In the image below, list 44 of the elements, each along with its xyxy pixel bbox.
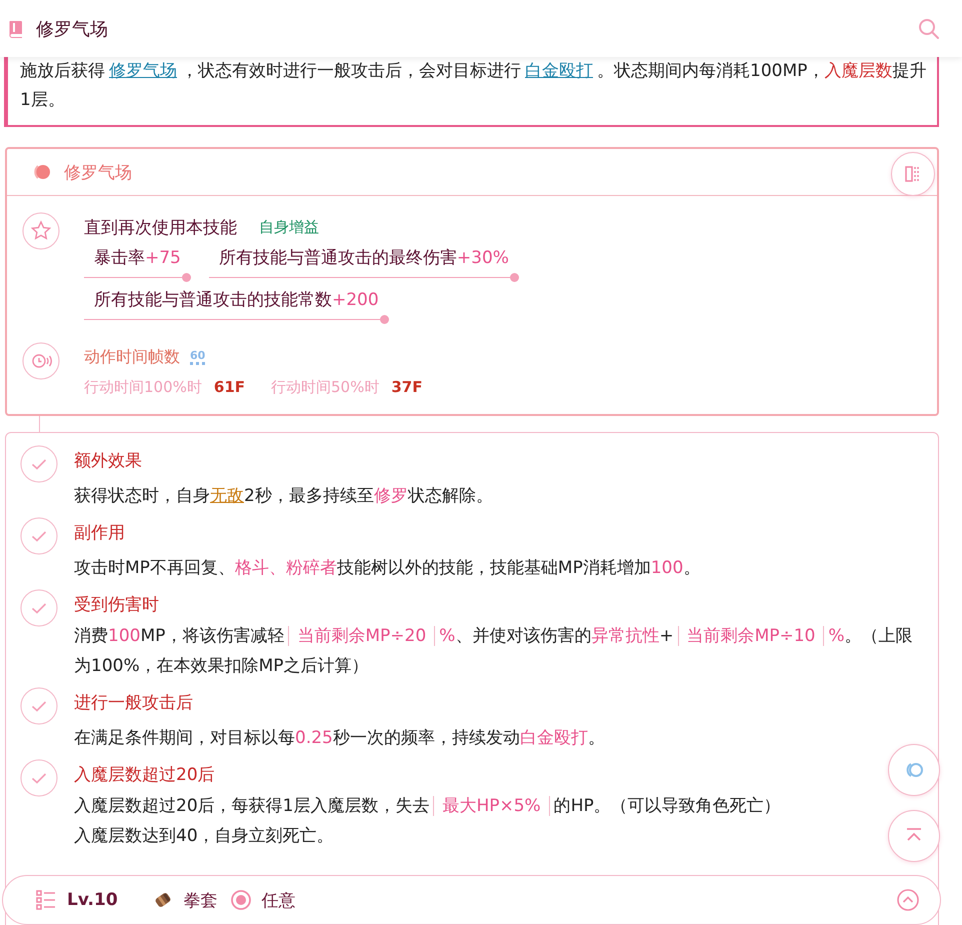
skill-link[interactable]: 白金殴打 xyxy=(525,61,593,81)
section-title: 进行一般攻击后 xyxy=(74,692,194,715)
condition-label: 任意 xyxy=(262,890,296,912)
effect-text: 入魔层数超过20后，每获得1层入魔层数，失去 最大HP×5% 的HP。（可以导致角色死亡） xyxy=(74,795,781,818)
check-icon xyxy=(20,445,58,483)
fps-badge: 60 xyxy=(190,350,206,364)
effect-text: 在满足条件期间，对目标以每0.25秒一次的频率，持续发动白金殴打。 xyxy=(74,727,605,750)
search-icon[interactable] xyxy=(918,18,940,40)
section-title: 受到伤害时 xyxy=(74,594,160,617)
frame-value: 37F xyxy=(391,378,422,396)
book-icon xyxy=(8,20,24,38)
duration-label: 直到再次使用本技能 xyxy=(84,216,237,238)
panel-toggle-button[interactable] xyxy=(891,152,935,196)
effect-text: 获得状态时，自身无敌2秒，最多持续至修罗状态解除。 xyxy=(74,485,493,508)
chevron-up-icon[interactable] xyxy=(896,888,920,912)
circle-icon xyxy=(32,162,52,182)
list-icon xyxy=(35,889,57,911)
skill-link[interactable]: 修罗气场 xyxy=(109,61,177,81)
effect-text: 入魔层数达到40，自身立刻死亡。 xyxy=(74,825,335,848)
section-title: 入魔层数超过20后 xyxy=(74,764,216,787)
frame-label: 行动时间100%时 xyxy=(84,378,202,396)
card-title: 修罗气场 xyxy=(64,162,133,184)
section-title: 额外效果 xyxy=(74,450,143,473)
stat-chip: 所有技能与普通攻击的最终伤害+30% xyxy=(208,244,519,282)
check-icon xyxy=(20,687,58,725)
page-title: 修罗气场 xyxy=(36,18,109,40)
check-icon xyxy=(20,759,58,797)
frame-label: 行动时间50%时 xyxy=(271,378,380,396)
effect-text: 消费100MP，将该伤害减轻 当前剩余MP÷20 %、并使对该伤害的异常抗性+ 当前剩余MP÷10 %。（上限为100%，在本效果扣除MP之后计算） xyxy=(74,625,914,678)
buff-tag: 自身增益 xyxy=(259,218,319,236)
check-icon xyxy=(20,589,58,627)
section-title: 副作用 xyxy=(74,522,126,545)
level-label: Lv.10 xyxy=(67,890,118,910)
stat-chip: 暴击率+75 xyxy=(84,244,191,282)
clock-icon xyxy=(22,342,60,380)
description-text: 施放后获得 修罗气场 ，状态有效时进行一般攻击后，会对目标进行 白金殴打 。状态期间内每消耗100MP，入魔层数提升1层。 xyxy=(20,60,927,112)
frames-label: 动作时间帧数 xyxy=(84,346,180,368)
effect-text: 攻击时MP不再回复、格斗、粉碎者技能树以外的技能，技能基础MP消耗增加100。 xyxy=(74,557,700,580)
weapon-label: 拳套 xyxy=(184,890,218,912)
status-link[interactable]: 无敌 xyxy=(210,486,244,506)
stat-chip: 所有技能与普通攻击的技能常数+200 xyxy=(84,286,389,324)
frame-value: 61F xyxy=(214,378,246,396)
radio-icon xyxy=(230,889,252,911)
check-icon xyxy=(20,517,58,555)
